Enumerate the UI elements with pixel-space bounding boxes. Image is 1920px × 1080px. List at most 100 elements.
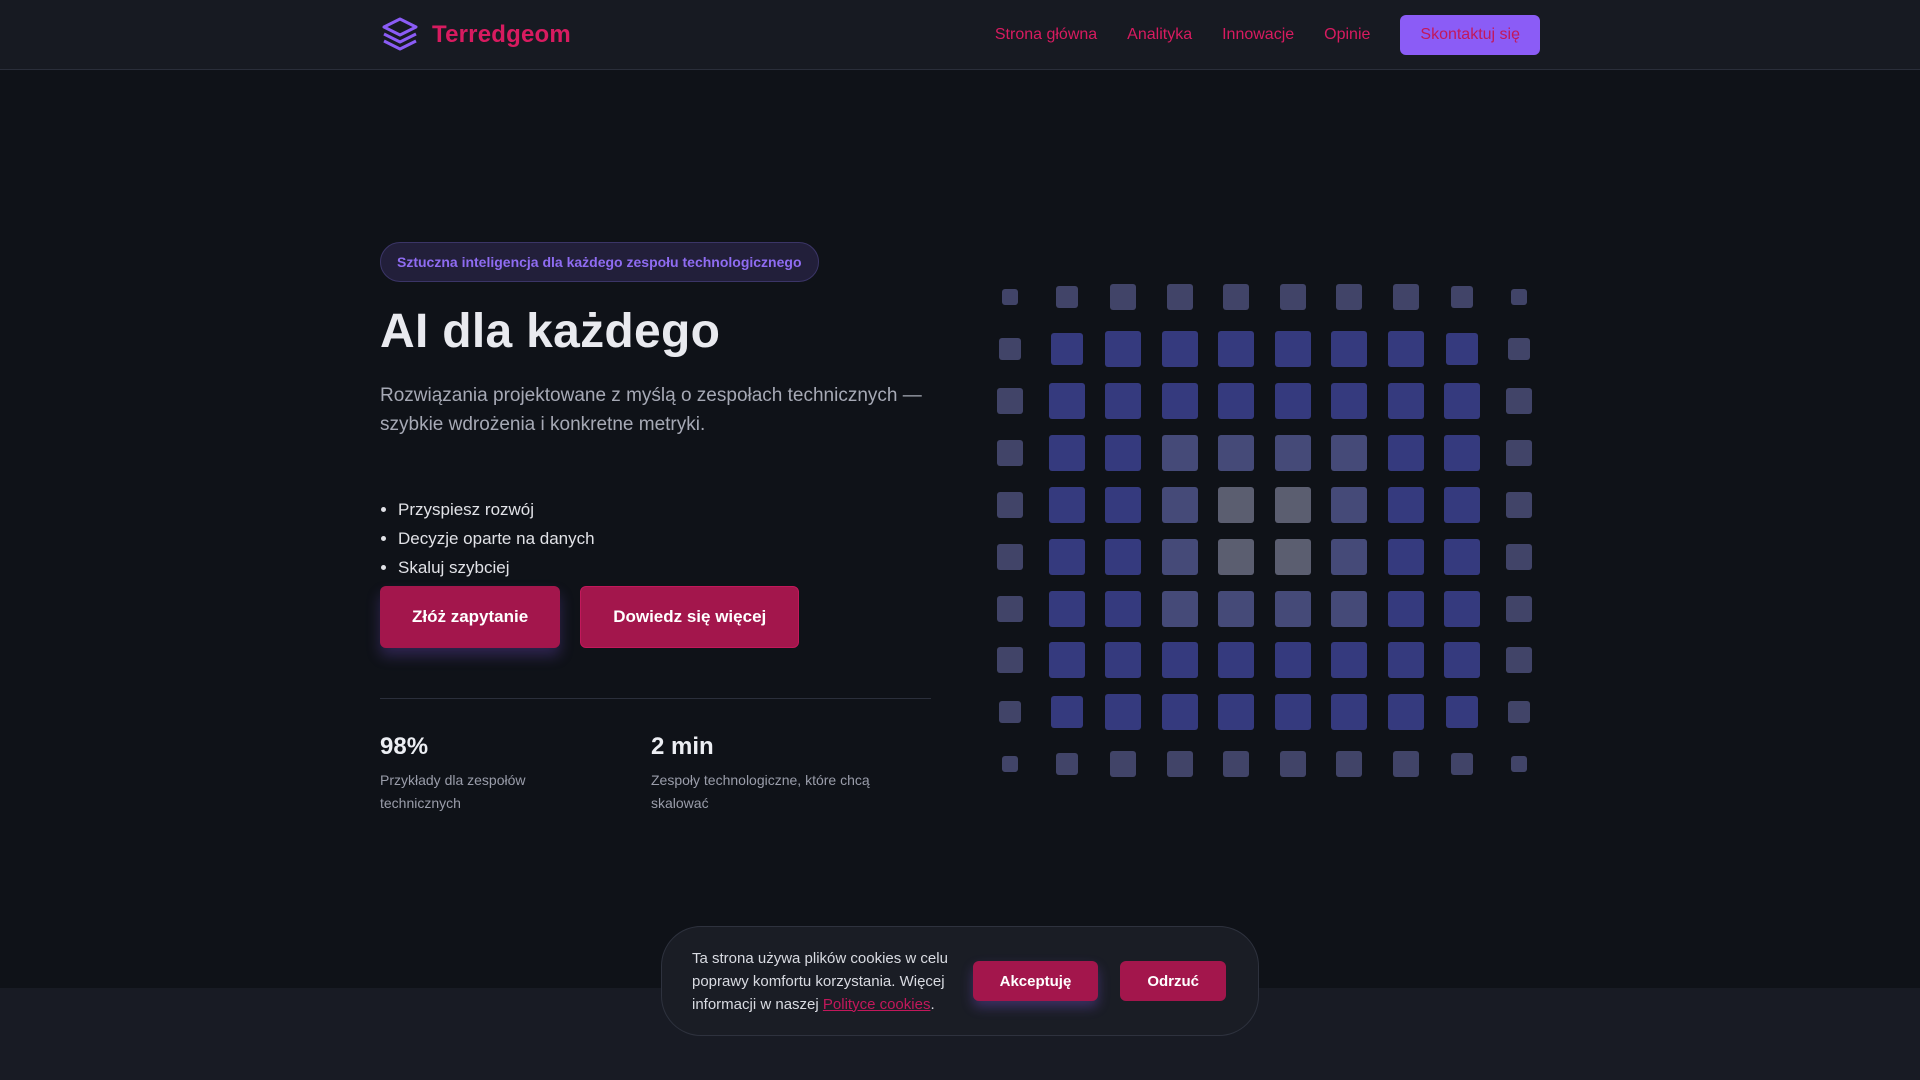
nav-home[interactable]: Strona główna [995,26,1097,44]
hero-buttons: Złóż zapytanie Dowiedz się więcej [380,586,931,648]
grid-tile [1279,751,1306,778]
grid-tile [997,595,1023,622]
cookie-policy-link[interactable]: Polityce cookies [823,996,931,1013]
stat-label: Zespoły technologiczne, które chcą skalo… [651,772,870,811]
grid-tile [1387,642,1424,679]
grid-tile [1505,439,1532,466]
grid-tile [1444,538,1480,575]
grid-tile [1161,330,1198,367]
grid-tile [1505,543,1532,570]
grid-tile [1336,284,1362,310]
grid-tile [1105,590,1141,627]
grid-tile [1444,642,1480,679]
contact-button[interactable]: Skontaktuj się [1400,15,1540,55]
grid-tile [1505,595,1532,622]
grid-tile [1331,330,1367,367]
grid-tile [1507,701,1530,724]
grid-tile [1274,694,1311,731]
stat-value: 98% [380,733,429,760]
grid-tile [1446,332,1478,365]
grid-tile [1387,434,1424,471]
grid-tile [1505,491,1532,518]
grid-tile [1392,284,1419,310]
grid-tile [1387,538,1424,575]
stat-item: 2 min Zespoły technologiczne, które chcą… [651,733,922,815]
grid-tile [1161,434,1198,471]
grid-tile [1510,289,1527,305]
feature-list: Przyspiesz rozwój Decyzje oparte na dany… [380,495,931,582]
grid-tile [1446,696,1478,729]
grid-tile [1331,382,1367,419]
grid-tile [1274,382,1311,419]
grid-tile [1331,434,1367,471]
grid-tile [1274,434,1311,471]
stat-label: Przykłady dla zespołów technicznych [380,772,526,811]
grid-tile [1451,286,1473,308]
grid-tile [1218,642,1254,679]
grid-tile [1055,753,1078,776]
grid-tile [1274,590,1311,627]
grid-tile [1510,756,1527,773]
grid-tile [1161,486,1198,523]
grid-tile [1444,590,1480,627]
nav-analytics[interactable]: Analityka [1127,26,1192,44]
grid-tile [1105,382,1141,419]
grid-tile [1105,642,1141,679]
grid-tile [1387,590,1424,627]
nav-innovations[interactable]: Innowacje [1222,26,1294,44]
grid-tile [1444,434,1480,471]
grid-tile [1274,642,1311,679]
layers-icon [382,17,418,51]
grid-tile [1218,434,1254,471]
grid-tile [997,439,1023,466]
learn-more-button[interactable]: Dowiedz się więcej [580,586,800,648]
grid-tile [1507,337,1530,360]
decorative-tile-grid [982,273,1546,787]
grid-tile [1048,538,1085,575]
grid-tile [1055,286,1078,308]
grid-tile [1161,590,1198,627]
grid-tile [1048,642,1085,679]
brand-name: Terredgeom [432,21,571,48]
cookie-period: . [930,995,935,1013]
grid-tile [1110,751,1136,778]
grid-tile [1048,486,1085,523]
site-header: Terredgeom Strona główna Analityka Innow… [0,0,1920,70]
grid-tile [1444,382,1480,419]
stat-item: 98% Przykłady dla zespołów technicznych [380,733,651,815]
grid-tile [1387,694,1424,731]
feature-item: Decyzje oparte na danych [398,524,931,553]
grid-tile [1331,590,1367,627]
grid-tile [1161,694,1198,731]
accept-cookies-button[interactable]: Akceptuję [972,961,1099,1001]
grid-tile [1505,647,1532,674]
grid-tile [997,543,1023,570]
grid-tile [1105,434,1141,471]
logo[interactable]: Terredgeom [380,14,571,56]
grid-tile [1161,642,1198,679]
grid-tile [1166,284,1193,310]
stat-value: 2 min [651,733,714,760]
main-nav: Strona główna Analityka Innowacje Opinie… [995,15,1540,55]
grid-tile [1110,284,1136,310]
grid-tile [1505,387,1532,414]
grid-tile [1331,486,1367,523]
stats: 98% Przykłady dla zespołów technicznych … [380,733,931,815]
grid-tile [1331,642,1367,679]
grid-tile [1166,751,1193,778]
grid-tile [999,701,1021,724]
grid-tile [1002,289,1018,305]
grid-tile [1218,538,1254,575]
grid-tile [1105,486,1141,523]
grid-tile [1274,330,1311,367]
grid-tile [1218,694,1254,731]
nav-reviews[interactable]: Opinie [1324,26,1370,44]
grid-tile [1218,382,1254,419]
grid-tile [1223,751,1249,778]
submit-inquiry-button[interactable]: Złóż zapytanie [380,586,561,648]
grid-tile [1331,694,1367,731]
reject-cookies-button[interactable]: Odrzuć [1120,961,1226,1001]
grid-tile [1161,382,1198,419]
hero-subtitle: Rozwiązania projektowane z myślą o zespo… [380,385,922,435]
grid-tile [1444,486,1480,523]
